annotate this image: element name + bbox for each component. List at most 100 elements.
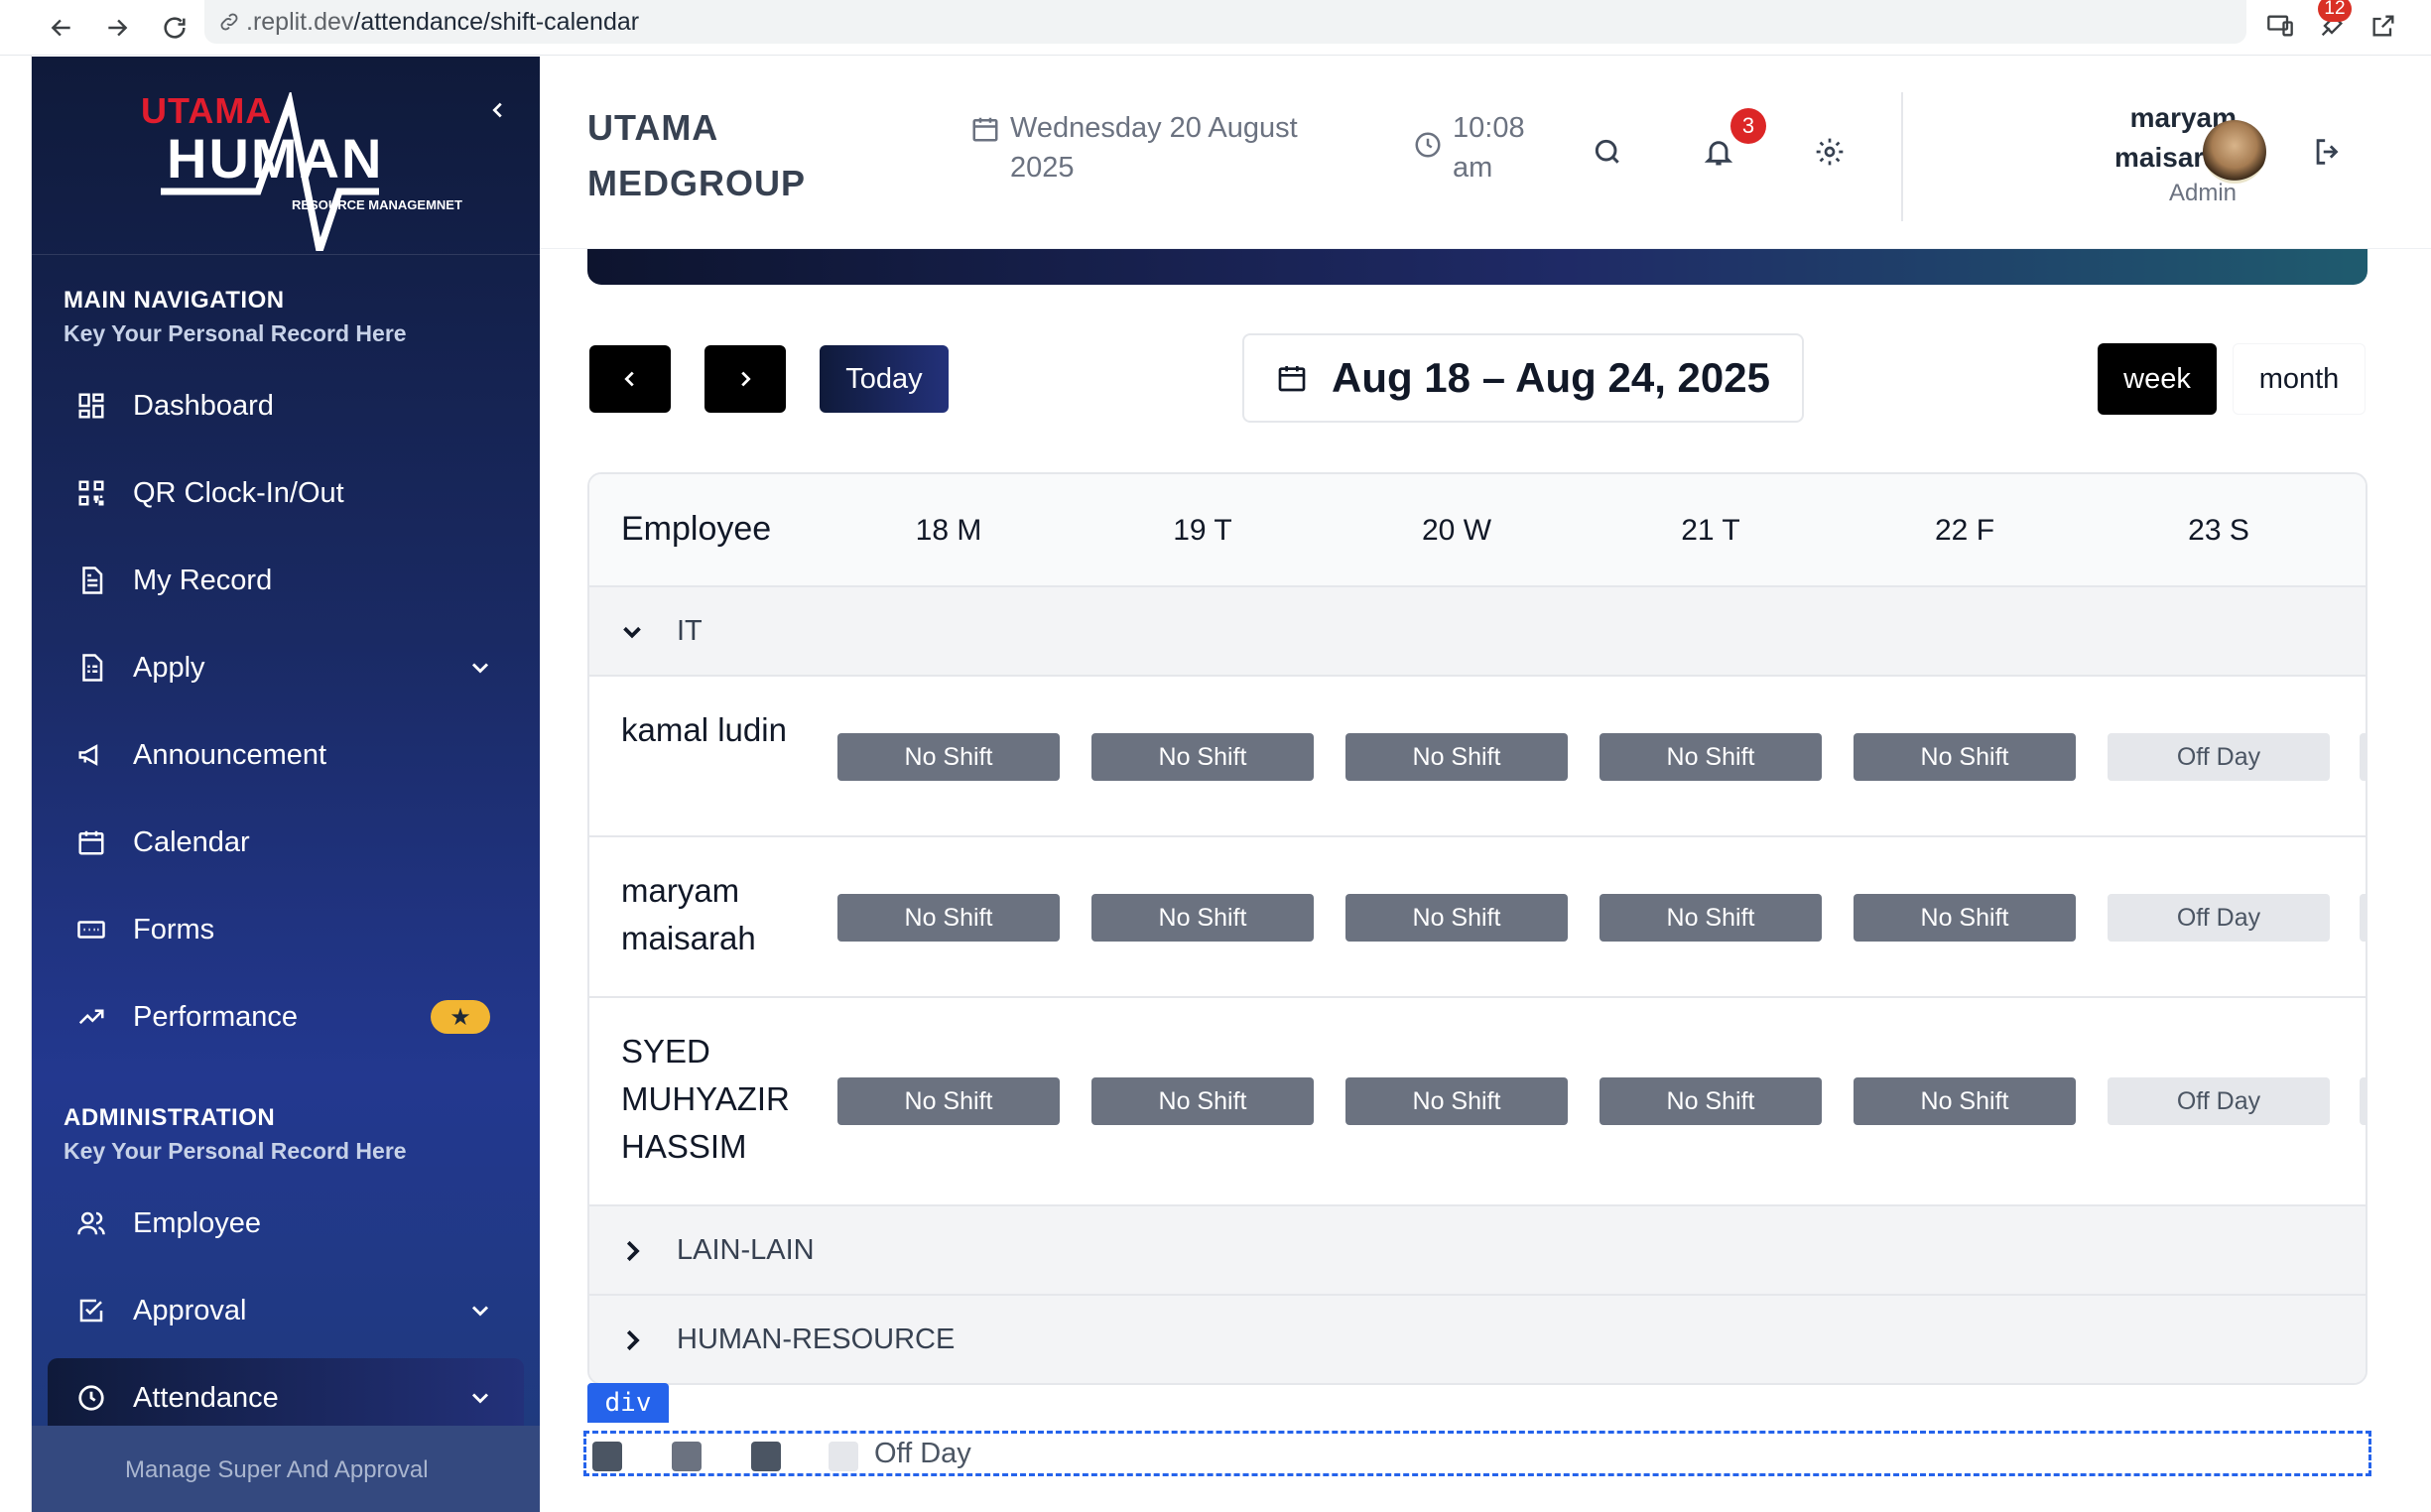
top-header: UTAMA MEDGROUP Wednesday 20 August 2025 … (540, 57, 2431, 249)
table-row: maryam maisarah No Shift No Shift No Shi… (589, 837, 2366, 998)
header-time: 10:08 am (1413, 108, 1542, 188)
extension-badge: 12 (2318, 0, 2352, 22)
legend-swatch (592, 1442, 622, 1471)
sidebar-item-label: Announcement (133, 738, 327, 771)
sidebar-item-label: Calendar (133, 825, 250, 858)
dashboard-icon (73, 388, 109, 424)
sidebar: UTAMA HUMAN RESOURCE MANAGEMNET MAIN NAV… (32, 57, 540, 1512)
legend-swatch (751, 1442, 781, 1471)
sidebar-item-label: Approval (133, 1294, 247, 1326)
chevron-right-icon (626, 1329, 640, 1351)
group-row-human-resource[interactable]: HUMAN-RESOURCE (589, 1296, 2366, 1383)
logo: UTAMA HUMAN RESOURCE MANAGEMNET (32, 57, 540, 255)
chevron-right-icon (626, 1240, 640, 1262)
main-nav-subtitle: Key Your Personal Record Here (64, 320, 407, 346)
sidebar-item-label: Employee (133, 1206, 261, 1239)
shift-cell[interactable]: No Shift (837, 1077, 1060, 1125)
header-divider (1901, 92, 1903, 221)
trend-icon (73, 999, 109, 1035)
view-week-button[interactable]: week (2098, 343, 2217, 415)
chevron-left-icon (624, 371, 634, 387)
address-bar[interactable]: .replit.dev/attendance/shift-calendar (204, 0, 2246, 44)
shift-cell[interactable]: No Shift (1854, 733, 2076, 781)
forward-icon[interactable] (95, 6, 139, 50)
shift-cell[interactable]: Off Day (2108, 894, 2330, 942)
avatar[interactable] (2203, 120, 2266, 184)
sidebar-subitem-manage-super[interactable]: Manage Super And Approval (32, 1426, 540, 1512)
sidebar-item-employee[interactable]: Employee (48, 1184, 524, 1263)
megaphone-icon (73, 737, 109, 773)
back-icon[interactable] (40, 6, 83, 50)
next-week-button[interactable] (704, 345, 786, 413)
notification-badge: 3 (1730, 108, 1766, 144)
users-icon (73, 1205, 109, 1241)
check-square-icon (73, 1293, 109, 1328)
gear-icon[interactable] (1810, 132, 1850, 172)
sidebar-item-calendar[interactable]: Calendar (48, 803, 524, 882)
logo-subtitle: RESOURCE MANAGEMNET (292, 197, 462, 212)
search-icon[interactable] (1588, 132, 1627, 172)
today-button[interactable]: Today (820, 345, 949, 413)
shift-cell[interactable]: Off Day (2108, 733, 2330, 781)
logo-pulse-icon (161, 92, 379, 251)
sidebar-item-approval[interactable]: Approval (48, 1271, 524, 1350)
shift-cell-overflow (2360, 894, 2366, 942)
legend-swatch (672, 1442, 702, 1471)
calendar-icon (972, 117, 998, 142)
prev-week-button[interactable] (589, 345, 671, 413)
logout-icon[interactable] (2308, 132, 2348, 172)
sidebar-item-apply[interactable]: Apply (48, 628, 524, 707)
day-header: 20 W (1421, 514, 1492, 547)
sidebar-item-qr-clock[interactable]: QR Clock-In/Out (48, 453, 524, 533)
shift-cell[interactable]: No Shift (1599, 733, 1822, 781)
shift-cell[interactable]: Off Day (2108, 1077, 2330, 1125)
calendar-icon (73, 824, 109, 860)
shift-cell[interactable]: No Shift (1345, 1077, 1568, 1125)
shift-cell[interactable]: No Shift (1091, 894, 1314, 942)
group-row-it[interactable]: IT (589, 587, 2366, 677)
sidebar-item-label: Forms (133, 913, 215, 945)
day-header: 22 F (1934, 514, 1995, 547)
shift-cell[interactable]: No Shift (1091, 733, 1314, 781)
shift-cell[interactable]: No Shift (837, 894, 1060, 942)
sidebar-item-dashboard[interactable]: Dashboard (48, 366, 524, 445)
main-nav-title: MAIN NAVIGATION (64, 287, 285, 314)
admin-title: ADMINISTRATION (64, 1104, 276, 1131)
shift-cell[interactable]: No Shift (1345, 894, 1568, 942)
sidebar-item-announcement[interactable]: Announcement (48, 715, 524, 795)
table-row: kamal ludin No Shift No Shift No Shift N… (589, 677, 2366, 837)
bell-icon[interactable] (1699, 132, 1738, 172)
collapse-sidebar-icon[interactable] (478, 90, 518, 130)
shift-cell[interactable]: No Shift (1599, 1077, 1822, 1125)
browser-toolbar: .replit.dev/attendance/shift-calendar 12 (0, 0, 2431, 56)
calendar-icon (1278, 366, 1306, 392)
group-label: HUMAN-RESOURCE (677, 1323, 956, 1355)
shift-cell[interactable]: No Shift (837, 733, 1060, 781)
reload-icon[interactable] (153, 6, 196, 50)
calendar-header: Employee 18 M 19 T 20 W 21 T 22 F 23 S (589, 474, 2366, 587)
chevron-right-icon (741, 371, 751, 387)
group-row-lain-lain[interactable]: LAIN-LAIN (589, 1206, 2366, 1296)
shift-cell[interactable]: No Shift (1599, 894, 1822, 942)
sidebar-item-my-record[interactable]: My Record (48, 541, 524, 620)
header-time-text: 10:08 am (1453, 112, 1525, 184)
date-range-picker[interactable]: Aug 18 – Aug 24, 2025 (1242, 333, 1804, 423)
group-label: LAIN-LAIN (677, 1234, 815, 1266)
shift-cell[interactable]: No Shift (1854, 1077, 2076, 1125)
shift-cell[interactable]: No Shift (1091, 1077, 1314, 1125)
window-edge (0, 56, 32, 1512)
devices-icon[interactable] (2258, 4, 2302, 48)
sidebar-item-performance[interactable]: Performance ★ (48, 977, 524, 1057)
view-month-button[interactable]: month (2233, 343, 2366, 415)
day-header: 18 M (915, 514, 982, 547)
open-external-icon[interactable] (2362, 4, 2405, 48)
user-role: Admin (2168, 180, 2237, 206)
sidebar-item-forms[interactable]: Forms (48, 890, 524, 969)
legend-swatch (829, 1442, 858, 1471)
sidebar-item-label: Attendance (133, 1381, 279, 1414)
shift-cell[interactable]: No Shift (1854, 894, 2076, 942)
chevron-down-icon (471, 1393, 489, 1404)
employee-name: kamal ludin (621, 711, 787, 748)
shift-cell[interactable]: No Shift (1345, 733, 1568, 781)
employee-name: SYED MUHYAZIR HASSIM (621, 1033, 790, 1165)
